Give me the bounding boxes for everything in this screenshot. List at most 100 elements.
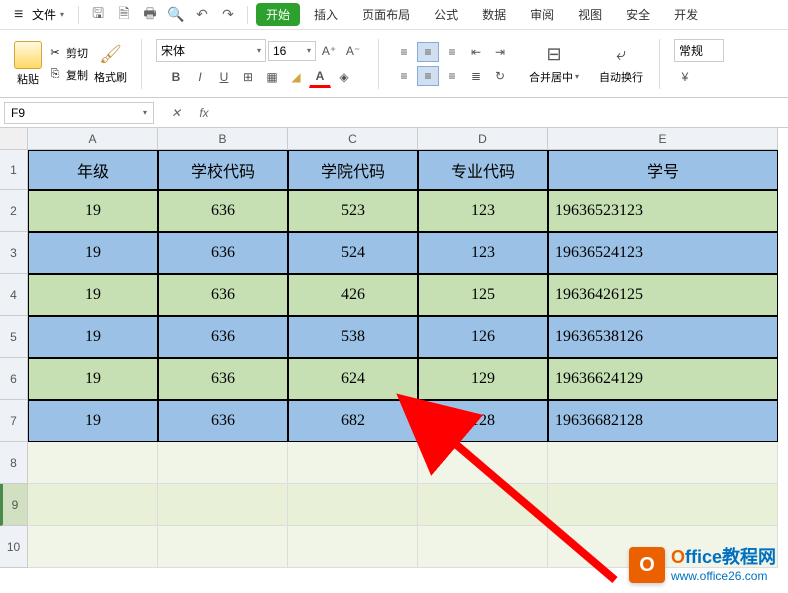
font-size-select[interactable]: 16 ▾: [268, 41, 316, 61]
tab-insert[interactable]: 插入: [304, 3, 348, 26]
file-menu[interactable]: 文件 ▾: [8, 4, 70, 26]
column-header[interactable]: B: [158, 128, 288, 150]
tab-home[interactable]: 开始: [256, 3, 300, 26]
cell[interactable]: 636: [158, 190, 288, 232]
cell[interactable]: [548, 484, 778, 526]
cell[interactable]: [288, 526, 418, 568]
cell[interactable]: 524: [288, 232, 418, 274]
print-icon[interactable]: 🖶: [139, 4, 161, 26]
cell[interactable]: 19: [28, 190, 158, 232]
cell[interactable]: 426: [288, 274, 418, 316]
cell[interactable]: 123: [418, 232, 548, 274]
number-format-select[interactable]: 常规: [674, 39, 724, 62]
select-all-corner[interactable]: [0, 128, 28, 150]
cell[interactable]: [418, 442, 548, 484]
cell[interactable]: [158, 442, 288, 484]
cell[interactable]: [28, 484, 158, 526]
align-left-button[interactable]: ≡: [393, 66, 415, 86]
row-header[interactable]: 2: [0, 190, 28, 232]
cell[interactable]: [158, 484, 288, 526]
fx-icon[interactable]: fx: [194, 103, 214, 123]
cell[interactable]: 学号: [548, 150, 778, 190]
decrease-indent-button[interactable]: ⇤: [465, 42, 487, 62]
cell[interactable]: [158, 526, 288, 568]
justify-button[interactable]: ≣: [465, 66, 487, 86]
tab-layout[interactable]: 页面布局: [352, 3, 420, 26]
align-right-button[interactable]: ≡: [441, 66, 463, 86]
row-header[interactable]: 4: [0, 274, 28, 316]
cell[interactable]: 19: [28, 358, 158, 400]
cell[interactable]: 19636426125: [548, 274, 778, 316]
column-header[interactable]: E: [548, 128, 778, 150]
cell[interactable]: [28, 526, 158, 568]
tab-review[interactable]: 审阅: [520, 3, 564, 26]
cell[interactable]: 19636523123: [548, 190, 778, 232]
format-painter-button[interactable]: 🖌 格式刷: [94, 43, 127, 85]
cell[interactable]: 636: [158, 400, 288, 442]
cell[interactable]: 学院代码: [288, 150, 418, 190]
bold-button[interactable]: B: [165, 66, 187, 88]
paste-button[interactable]: 粘贴: [14, 41, 42, 87]
align-middle-button[interactable]: ≡: [417, 42, 439, 62]
cell[interactable]: 19636624129: [548, 358, 778, 400]
column-header[interactable]: D: [418, 128, 548, 150]
row-header[interactable]: 10: [0, 526, 28, 568]
cell[interactable]: [548, 442, 778, 484]
cancel-icon[interactable]: ✕: [166, 103, 186, 123]
cell[interactable]: 年级: [28, 150, 158, 190]
cell[interactable]: 19636682128: [548, 400, 778, 442]
name-box[interactable]: F9 ▾: [4, 102, 154, 124]
italic-button[interactable]: I: [189, 66, 211, 88]
save-as-icon[interactable]: 🗎: [113, 4, 135, 26]
fill-color-button[interactable]: ◢: [285, 66, 307, 88]
row-header[interactable]: 5: [0, 316, 28, 358]
row-header[interactable]: 7: [0, 400, 28, 442]
pattern-button[interactable]: ▦: [261, 66, 283, 88]
increase-indent-button[interactable]: ⇥: [489, 42, 511, 62]
font-color-button[interactable]: A: [309, 66, 331, 88]
cell[interactable]: 636: [158, 358, 288, 400]
align-bottom-button[interactable]: ≡: [441, 42, 463, 62]
cell[interactable]: 129: [418, 358, 548, 400]
orientation-button[interactable]: ↻: [489, 66, 511, 86]
increase-font-button[interactable]: A⁺: [318, 40, 340, 62]
tab-security[interactable]: 安全: [616, 3, 660, 26]
cell[interactable]: [288, 442, 418, 484]
align-top-button[interactable]: ≡: [393, 42, 415, 62]
column-header[interactable]: C: [288, 128, 418, 150]
row-header[interactable]: 9: [0, 484, 28, 526]
print-preview-icon[interactable]: 🔍: [165, 4, 187, 26]
cut-button[interactable]: ✂ 剪切: [46, 43, 90, 63]
copy-button[interactable]: ⎘ 复制: [46, 65, 90, 85]
cell[interactable]: 126: [418, 316, 548, 358]
row-header[interactable]: 8: [0, 442, 28, 484]
cell[interactable]: 523: [288, 190, 418, 232]
redo-icon[interactable]: ↷: [217, 4, 239, 26]
cell[interactable]: 19: [28, 316, 158, 358]
decrease-font-button[interactable]: A⁻: [342, 40, 364, 62]
tab-data[interactable]: 数据: [472, 3, 516, 26]
cell[interactable]: [418, 526, 548, 568]
row-header[interactable]: 1: [0, 150, 28, 190]
cell[interactable]: 624: [288, 358, 418, 400]
cell[interactable]: [288, 484, 418, 526]
cell[interactable]: 636: [158, 316, 288, 358]
cell[interactable]: 19636524123: [548, 232, 778, 274]
cell[interactable]: 19: [28, 274, 158, 316]
tab-dev[interactable]: 开发: [664, 3, 708, 26]
merge-center-button[interactable]: ⊟ 合并居中▾: [521, 41, 587, 87]
currency-button[interactable]: ¥: [674, 66, 696, 88]
cell-grid[interactable]: 年级学校代码学院代码专业代码学号196365231231963652312319…: [28, 150, 778, 568]
tab-view[interactable]: 视图: [568, 3, 612, 26]
tab-formula[interactable]: 公式: [424, 3, 468, 26]
cell[interactable]: 538: [288, 316, 418, 358]
wrap-text-button[interactable]: ⤶ 自动换行: [591, 41, 651, 87]
cell[interactable]: 128: [418, 400, 548, 442]
cell[interactable]: [418, 484, 548, 526]
row-header[interactable]: 3: [0, 232, 28, 274]
cell[interactable]: 专业代码: [418, 150, 548, 190]
align-center-button[interactable]: ≡: [417, 66, 439, 86]
font-name-select[interactable]: 宋体 ▾: [156, 39, 266, 62]
column-header[interactable]: A: [28, 128, 158, 150]
undo-icon[interactable]: ↶: [191, 4, 213, 26]
